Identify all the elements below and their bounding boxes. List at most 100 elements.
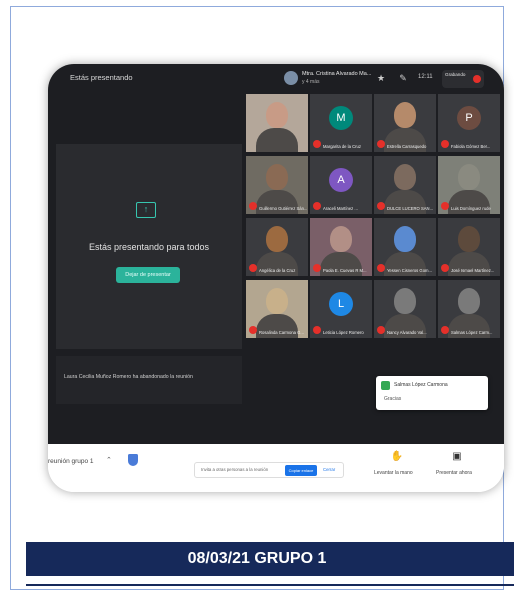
clock-time: 12:11 bbox=[418, 74, 433, 80]
participant-name: José Ismael Martínez... bbox=[451, 268, 495, 273]
participant-face bbox=[394, 288, 416, 314]
mic-off-icon bbox=[313, 202, 321, 210]
control-bar: reunión grupo 1 ⌃ Invita a otras persona… bbox=[48, 444, 504, 492]
mic-off-icon bbox=[249, 202, 257, 210]
presenting-label: Estás presentando bbox=[70, 73, 133, 82]
participant-face bbox=[394, 164, 416, 190]
participant-face bbox=[330, 226, 352, 252]
close-hint-button[interactable]: Cerrar bbox=[323, 467, 335, 472]
record-dot-icon bbox=[473, 75, 481, 83]
participant-name: Nancy Alvarado Val... bbox=[387, 330, 427, 335]
host-name: Mtra. Cristina Alvarado Ma... bbox=[302, 71, 372, 77]
participant-tile[interactable]: José Ismael Martínez... bbox=[438, 218, 500, 276]
participant-name: Araceli Martínez ... bbox=[323, 206, 358, 211]
participant-tile[interactable]: M Margarita de la Cruz bbox=[310, 94, 372, 152]
people-icon[interactable]: ★ bbox=[374, 71, 388, 85]
participant-tile[interactable]: DULCE LUCERO SAN... bbox=[374, 156, 436, 214]
participant-name: Salmas López Carm... bbox=[451, 330, 493, 335]
participant-tile[interactable]: Paola E. Cuevas R M... bbox=[310, 218, 372, 276]
caption-rule bbox=[26, 584, 514, 586]
participant-tile[interactable]: Rosalinda Carmona G... bbox=[246, 280, 308, 338]
mic-off-icon bbox=[249, 264, 257, 272]
participant-tile[interactable]: L Leticia López Romero bbox=[310, 280, 372, 338]
participant-name: Fabiola Gómez Ber... bbox=[451, 144, 491, 149]
presentation-title: Estás presentando para todos bbox=[88, 242, 210, 252]
participant-tile[interactable]: Estrella Carrasquedo bbox=[374, 94, 436, 152]
mic-off-icon bbox=[441, 140, 449, 148]
participant-tile[interactable]: Luis Domínguez rude bbox=[438, 156, 500, 214]
participant-face bbox=[458, 288, 480, 314]
mic-off-icon bbox=[441, 202, 449, 210]
copy-link-button[interactable]: Copiar enlace bbox=[285, 465, 317, 476]
participant-tile[interactable]: P Fabiola Gómez Ber... bbox=[438, 94, 500, 152]
participant-tile[interactable]: Nancy Alvarado Val... bbox=[374, 280, 436, 338]
stop-presenting-button[interactable]: Dejar de presentar bbox=[116, 267, 180, 283]
participant-face bbox=[458, 226, 480, 252]
participant-name: Estrella Carrasquedo bbox=[387, 144, 427, 149]
mic-off-icon bbox=[377, 264, 385, 272]
raise-hand-icon[interactable]: ✋ bbox=[390, 450, 404, 464]
chat-icon bbox=[381, 381, 390, 390]
meet-window: Estás presentando Mtra. Cristina Alvarad… bbox=[48, 64, 504, 444]
recording-label: Grabando bbox=[445, 72, 466, 77]
participant-face bbox=[394, 102, 416, 128]
chat-popup[interactable]: Salmas López Carmona Gracias bbox=[376, 376, 488, 410]
participant-tile[interactable]: Guillermo Gutiérrez Sán... bbox=[246, 156, 308, 214]
mic-off-icon bbox=[377, 140, 385, 148]
raise-hand-label: Levantar la mano bbox=[374, 470, 413, 476]
mic-off-icon bbox=[377, 202, 385, 210]
mic-off-icon bbox=[249, 326, 257, 334]
participant-initial-avatar: M bbox=[329, 106, 353, 130]
participant-tile[interactable]: Angélica de la Cruz bbox=[246, 218, 308, 276]
participant-tile[interactable]: Yessen Cisneros Gom... bbox=[374, 218, 436, 276]
participant-tile[interactable]: Salmas López Carm... bbox=[438, 280, 500, 338]
chevron-up-icon[interactable]: ⌃ bbox=[106, 456, 112, 464]
caption-band: 08/03/21 GRUPO 1 bbox=[26, 542, 514, 576]
caption-title: 08/03/21 GRUPO 1 bbox=[187, 550, 327, 567]
meeting-screenshot: Estás presentando Mtra. Cristina Alvarad… bbox=[48, 64, 504, 492]
leave-notice: Laura Cecilia Muñoz Romero ha abandonado… bbox=[64, 374, 193, 380]
participant-name: Paola E. Cuevas R M... bbox=[323, 268, 367, 273]
participant-name: Luis Domínguez rude bbox=[451, 206, 491, 211]
host-subtitle: y 4 más bbox=[302, 79, 320, 85]
participant-name: DULCE LUCERO SAN... bbox=[387, 206, 434, 211]
invite-text: Invita a otras personas a la reunión bbox=[201, 467, 269, 472]
participant-face bbox=[266, 164, 288, 190]
participant-face bbox=[266, 102, 288, 128]
shield-icon[interactable] bbox=[128, 454, 138, 466]
participant-face bbox=[394, 226, 416, 252]
presentation-panel: ↑ Estás presentando para todos Dejar de … bbox=[56, 144, 242, 349]
meeting-details[interactable]: reunión grupo 1 bbox=[48, 458, 94, 465]
mic-off-icon bbox=[441, 264, 449, 272]
present-now-icon[interactable]: ▣ bbox=[450, 450, 464, 464]
participant-face bbox=[266, 288, 288, 314]
participant-initial-avatar: L bbox=[329, 292, 353, 316]
participant-name: Rosalinda Carmona G... bbox=[259, 330, 304, 335]
participant-name: Leticia López Romero bbox=[323, 330, 364, 335]
mic-off-icon bbox=[441, 326, 449, 334]
mic-off-icon bbox=[313, 140, 321, 148]
present-screen-icon: ↑ bbox=[136, 202, 156, 218]
participant-name: Margarita de la Cruz bbox=[323, 144, 361, 149]
participant-tile[interactable]: A Araceli Martínez ... bbox=[310, 156, 372, 214]
chat-sender: Salmas López Carmona bbox=[394, 382, 448, 388]
invite-hint: Invita a otras personas a la reunión Cop… bbox=[194, 462, 344, 478]
notification-bar: Laura Cecilia Muñoz Romero ha abandonado… bbox=[56, 356, 242, 404]
chat-message: Gracias bbox=[384, 396, 402, 402]
participant-name: Guillermo Gutiérrez Sán... bbox=[259, 206, 307, 211]
participant-face bbox=[458, 164, 480, 190]
pin-icon[interactable]: ✎ bbox=[396, 71, 410, 85]
mic-off-icon bbox=[313, 264, 321, 272]
mic-off-icon bbox=[313, 326, 321, 334]
participant-face bbox=[266, 226, 288, 252]
recording-chip[interactable]: Grabando bbox=[442, 70, 484, 88]
host-avatar bbox=[284, 71, 298, 85]
host-chip[interactable]: Mtra. Cristina Alvarado Ma... y 4 más bbox=[284, 69, 372, 91]
participant-name: Angélica de la Cruz bbox=[259, 268, 296, 273]
present-now-label: Presentar ahora bbox=[436, 470, 472, 476]
participant-tile[interactable] bbox=[246, 94, 308, 152]
participant-body bbox=[256, 128, 298, 152]
participant-initial-avatar: P bbox=[457, 106, 481, 130]
participant-initial-avatar: A bbox=[329, 168, 353, 192]
top-bar: Estás presentando Mtra. Cristina Alvarad… bbox=[48, 64, 504, 96]
